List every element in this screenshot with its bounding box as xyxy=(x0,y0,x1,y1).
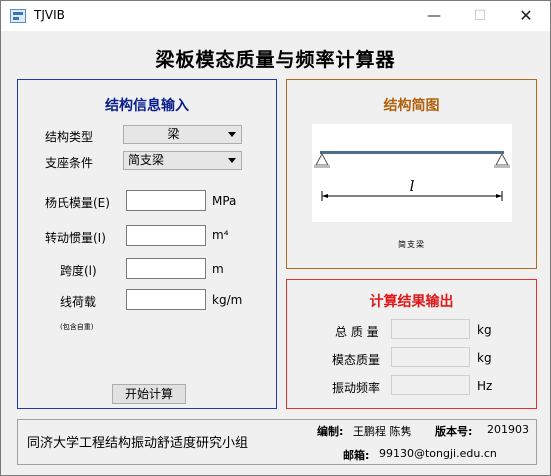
moment-inertia-input[interactable] xyxy=(126,225,206,246)
app-icon xyxy=(10,9,26,23)
line-load-label: 线荷载 xyxy=(60,295,97,309)
input-panel-title: 结构信息输入 xyxy=(105,98,189,114)
version-label: 版本号: xyxy=(435,425,473,438)
span-input[interactable] xyxy=(126,258,206,279)
left-support-base xyxy=(314,165,330,168)
structure-type-value: 梁 xyxy=(167,127,180,141)
app-window: TJVIB — ☐ ✕ 梁板模态质量与频率计算器 结构信息输入 结构类型 梁 支… xyxy=(0,0,551,476)
structure-type-label: 结构类型 xyxy=(45,130,94,144)
beam-diagram: l xyxy=(312,124,512,222)
modal-mass-label: 模态质量 xyxy=(332,353,381,367)
right-support-base xyxy=(494,165,510,168)
span-symbol: l xyxy=(410,177,415,195)
moment-inertia-unit: m⁴ xyxy=(212,228,229,242)
email-address: 99130@tongji.edu.cn xyxy=(379,447,497,460)
authors: 王鹏程 陈隽 xyxy=(353,425,412,438)
title-bar[interactable]: TJVIB — ☐ ✕ xyxy=(1,1,550,31)
frequency-unit: Hz xyxy=(477,379,493,393)
simply-supported-beam-figure: l xyxy=(314,151,510,201)
output-panel-title: 计算结果输出 xyxy=(369,294,454,310)
window-title: TJVIB xyxy=(34,8,65,22)
youngs-modulus-label: 杨氏模量(E) xyxy=(45,196,110,210)
line-load-unit: kg/m xyxy=(212,293,243,307)
chevron-down-icon xyxy=(228,132,236,137)
maximize-button[interactable]: ☐ xyxy=(457,1,503,31)
frequency-output xyxy=(391,375,470,395)
diagram-caption: 简支梁 xyxy=(398,240,425,249)
span-unit: m xyxy=(212,262,224,276)
version-number: 201903 xyxy=(487,423,529,436)
email-label: 邮箱: xyxy=(343,449,370,462)
chevron-down-icon xyxy=(228,158,236,163)
close-button[interactable]: ✕ xyxy=(503,1,549,31)
line-load-input[interactable] xyxy=(126,289,206,310)
total-mass-unit: kg xyxy=(477,323,492,337)
support-select[interactable]: 简支梁 xyxy=(123,151,242,170)
right-support-icon xyxy=(495,152,509,166)
left-support-icon xyxy=(315,152,329,166)
youngs-modulus-input[interactable] xyxy=(126,190,206,211)
structure-type-select[interactable]: 梁 xyxy=(123,125,242,144)
research-group: 同济大学工程结构振动舒适度研究小组 xyxy=(27,436,249,451)
beam-member xyxy=(320,151,504,154)
diagram-panel-title: 结构简图 xyxy=(383,98,440,114)
compute-button[interactable]: 开始计算 xyxy=(112,384,186,404)
footer-panel: 同济大学工程结构振动舒适度研究小组 编制: 王鹏程 陈隽 版本号: 201903… xyxy=(17,419,537,465)
moment-inertia-label: 转动惯量(I) xyxy=(45,231,106,245)
line-load-note: (包含自重) xyxy=(60,323,94,331)
support-label: 支座条件 xyxy=(45,156,94,170)
total-mass-label: 总 质 量 xyxy=(335,325,379,339)
span-label: 跨度(l) xyxy=(60,264,97,278)
support-value: 简支梁 xyxy=(128,153,165,167)
modal-mass-unit: kg xyxy=(477,351,492,365)
minimize-button[interactable]: — xyxy=(411,1,457,31)
total-mass-output xyxy=(391,319,470,339)
modal-mass-output xyxy=(391,347,470,367)
youngs-modulus-unit: MPa xyxy=(212,194,237,208)
author-label: 编制: xyxy=(317,425,344,438)
frequency-label: 振动频率 xyxy=(332,381,381,395)
app-title: 梁板模态质量与频率计算器 xyxy=(155,49,396,71)
